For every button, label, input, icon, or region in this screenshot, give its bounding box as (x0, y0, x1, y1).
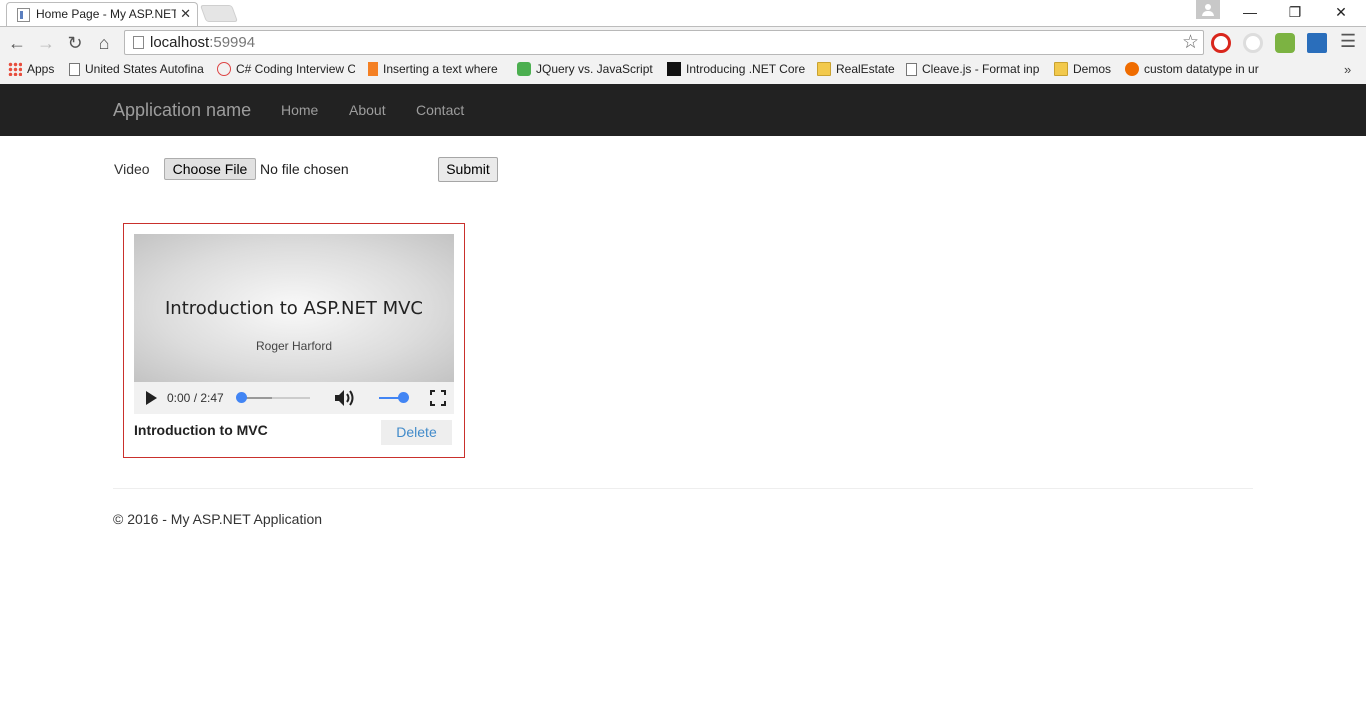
back-arrow-icon[interactable]: ← (5, 31, 29, 55)
bookmark-folder[interactable]: Demos (1054, 62, 1116, 80)
bookmark-item[interactable]: Inserting a text where (368, 62, 505, 80)
video-slide-subtitle: Roger Harford (255, 339, 333, 353)
profile-icon[interactable] (1196, 0, 1220, 19)
video-label: Video (114, 161, 150, 177)
bookmark-item[interactable]: custom datatype in ur (1125, 62, 1263, 80)
nav-link-home[interactable]: Home (281, 102, 318, 118)
address-bar[interactable]: localhost:59994 ☆ (124, 30, 1204, 55)
file-status-text: No file chosen (260, 161, 349, 177)
browser-tab[interactable]: Home Page - My ASP.NET ✕ (6, 2, 198, 26)
nav-link-about[interactable]: About (349, 102, 386, 118)
browser-titlebar: Home Page - My ASP.NET ✕ — ❐ ✕ (0, 0, 1366, 26)
seek-bar[interactable] (240, 397, 310, 399)
bookmark-item[interactable]: Cleave.js - Format inp (906, 62, 1042, 80)
site-navbar: Application name Home About Contact (0, 84, 1366, 136)
stackoverflow-icon (368, 62, 378, 76)
delete-button[interactable]: Delete (381, 420, 452, 445)
bookmark-item[interactable]: Introducing .NET Core (667, 62, 805, 80)
more-bookmarks-chevron-icon[interactable]: » (1344, 62, 1351, 77)
heart-icon (1125, 62, 1139, 76)
navbar-brand[interactable]: Application name (113, 100, 251, 121)
nav-link-contact[interactable]: Contact (416, 102, 464, 118)
volume-icon[interactable] (334, 389, 356, 407)
apps-grid-icon (8, 62, 22, 76)
u-icon (517, 62, 531, 76)
bookmarks-bar: Apps United States Autofina C# Coding In… (0, 58, 1366, 84)
bookmark-item[interactable]: JQuery vs. JavaScript: (517, 62, 653, 80)
footer-divider (113, 488, 1253, 489)
video-player[interactable]: Introduction to ASP.NET MVC Roger Harfor… (134, 234, 454, 414)
minimize-button[interactable]: — (1227, 2, 1273, 24)
browser-menu-icon[interactable]: ☰ (1340, 31, 1356, 52)
reload-icon[interactable]: ↻ (63, 31, 87, 55)
bookmark-folder[interactable]: RealEstate (817, 62, 897, 80)
extension-icon[interactable] (1243, 33, 1263, 53)
submit-button[interactable]: Submit (438, 157, 498, 182)
basket-extension-icon[interactable] (1275, 33, 1295, 53)
upload-form: Video Choose File No file chosen Submit (114, 157, 514, 183)
forward-arrow-icon[interactable]: → (34, 31, 58, 55)
video-slide-title: Introduction to ASP.NET MVC (165, 298, 423, 319)
video-card: Introduction to ASP.NET MVC Roger Harfor… (123, 223, 465, 458)
bookmark-apps[interactable]: Apps (8, 62, 60, 80)
new-tab-button[interactable] (199, 5, 239, 22)
footer-text: © 2016 - My ASP.NET Application (113, 511, 323, 527)
video-frame[interactable]: Introduction to ASP.NET MVC Roger Harfor… (134, 234, 454, 382)
choose-file-button[interactable]: Choose File (164, 158, 256, 180)
badge-icon (217, 62, 231, 76)
folder-icon (817, 62, 831, 76)
bookmark-item[interactable]: C# Coding Interview C (217, 62, 355, 80)
browser-toolbar: ← → ↻ ⌂ localhost:59994 ☆ ☰ (0, 26, 1366, 58)
play-icon[interactable] (146, 391, 157, 405)
page-icon (69, 63, 80, 76)
url-text: localhost:59994 (150, 34, 256, 51)
bookmark-star-icon[interactable]: ☆ (1182, 31, 1199, 54)
bookmark-item[interactable]: United States Autofina (69, 62, 206, 80)
video-time: 0:00 / 2:47 (167, 391, 224, 405)
tab-close-icon[interactable]: ✕ (180, 6, 191, 22)
home-icon[interactable]: ⌂ (92, 31, 116, 55)
tab-title: Home Page - My ASP.NET (36, 7, 176, 21)
video-title: Introduction to MVC (134, 422, 268, 438)
restore-button[interactable]: ❐ (1272, 2, 1318, 24)
window-close-button[interactable]: ✕ (1318, 2, 1364, 24)
page-icon (906, 63, 917, 76)
fullscreen-icon[interactable] (430, 390, 446, 406)
page-favicon-icon (17, 8, 30, 22)
opera-extension-icon[interactable] (1211, 33, 1231, 53)
m-icon (667, 62, 681, 76)
s-extension-icon[interactable] (1307, 33, 1327, 53)
page-info-icon[interactable] (133, 36, 144, 49)
video-controls: 0:00 / 2:47 (134, 382, 454, 414)
volume-thumb[interactable] (398, 392, 409, 403)
folder-icon (1054, 62, 1068, 76)
seek-thumb[interactable] (236, 392, 247, 403)
